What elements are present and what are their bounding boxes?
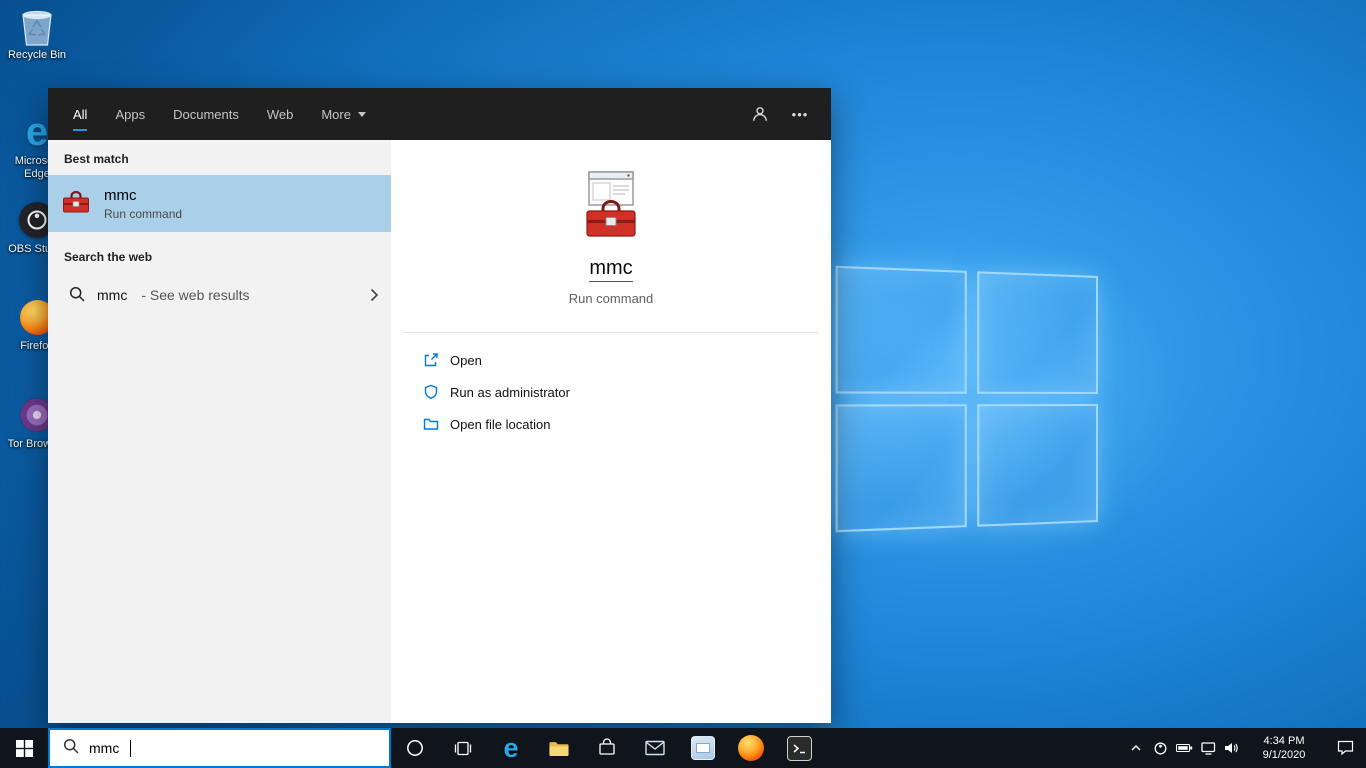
desktop-icon-label: Recycle Bin — [7, 49, 67, 61]
text-cursor — [130, 739, 132, 757]
more-options-button[interactable]: ••• — [783, 97, 817, 131]
cortana-icon — [407, 740, 423, 756]
action-center-icon — [1337, 740, 1353, 756]
tab-apps[interactable]: Apps — [115, 88, 145, 140]
system-tray: 4:34 PM 9/1/2020 — [1124, 728, 1366, 768]
pinned-file-explorer[interactable] — [535, 728, 583, 768]
action-label: Run as administrator — [450, 384, 570, 400]
desktop-icon-recycle-bin[interactable]: Recycle Bin — [2, 6, 72, 62]
tray-network-button[interactable] — [1196, 728, 1220, 768]
running-terminal-app[interactable] — [775, 728, 823, 768]
folder-icon — [423, 416, 439, 432]
chevron-up-icon — [1131, 745, 1141, 751]
web-query: mmc — [97, 287, 128, 303]
search-icon — [63, 738, 79, 759]
tray-volume-button[interactable] — [1220, 728, 1244, 768]
best-match-header: Best match — [64, 152, 129, 166]
results-pane: Best match mmc Run command Search the we… — [48, 140, 391, 723]
taskbar-clock[interactable]: 4:34 PM 9/1/2020 — [1244, 728, 1324, 768]
firefox-icon — [738, 735, 764, 761]
mail-envelope-icon — [645, 740, 665, 756]
mmc-toolbox-icon — [61, 186, 91, 221]
hidden-icons-chevron[interactable] — [1124, 728, 1148, 768]
preview-actions: Open Run as administrator Open file loca… — [391, 333, 831, 440]
pinned-microsoft-store[interactable] — [583, 728, 631, 768]
result-subtitle: Run command — [104, 206, 183, 221]
action-open[interactable]: Open — [423, 344, 831, 376]
web-search-result[interactable]: mmc - See web results — [48, 273, 391, 317]
search-query-text: mmc — [89, 740, 120, 756]
ellipsis-icon: ••• — [791, 106, 809, 122]
pinned-app[interactable] — [679, 728, 727, 768]
network-icon — [1200, 741, 1215, 755]
pinned-microsoft-edge[interactable]: e — [487, 728, 535, 768]
task-view-button[interactable] — [439, 728, 487, 768]
action-open-file-location[interactable]: Open file location — [423, 408, 831, 440]
action-run-as-administrator[interactable]: Run as administrator — [423, 376, 831, 408]
best-match-text: mmc Run command — [104, 187, 182, 221]
chevron-right-icon[interactable] — [370, 288, 379, 302]
web-suffix: - See web results — [141, 287, 250, 303]
preview-pane: mmc Run command Open Run as administrato… — [391, 140, 831, 723]
wallpaper-logo-pane — [977, 404, 1098, 527]
search-body: Best match mmc Run command Search the we… — [48, 140, 831, 723]
action-label: Open — [450, 352, 482, 368]
tray-obs-button[interactable] — [1148, 728, 1172, 768]
preview-title: mmc — [589, 257, 633, 282]
open-icon — [423, 352, 439, 368]
mmc-app-icon-large — [575, 168, 647, 245]
wallpaper-logo-pane — [835, 265, 967, 394]
pinned-app-icon — [691, 736, 715, 760]
search-icon — [69, 286, 85, 305]
obs-tray-icon — [1154, 742, 1166, 754]
windows-logo-icon — [15, 739, 33, 757]
chevron-down-icon — [357, 111, 366, 117]
search-header: All Apps Documents Web More ••• — [48, 88, 831, 140]
windows-wallpaper-logo — [835, 265, 1098, 533]
search-header-actions: ••• — [743, 88, 831, 140]
wallpaper-logo-pane — [835, 404, 967, 533]
terminal-icon — [786, 735, 812, 761]
tab-web[interactable]: Web — [267, 88, 294, 140]
tab-documents[interactable]: Documents — [173, 88, 239, 140]
search-flyout: All Apps Documents Web More ••• Best mat… — [48, 88, 831, 723]
taskbar: mmc e 4:34 PM 9/1/2020 — [0, 728, 1366, 768]
action-label: Open file location — [450, 416, 551, 432]
preview-subtitle: Run command — [568, 291, 654, 306]
tab-more[interactable]: More — [321, 88, 366, 140]
recycle-bin-icon — [2, 6, 72, 46]
result-title: mmc — [104, 186, 137, 204]
pinned-firefox[interactable] — [727, 728, 775, 768]
file-explorer-icon — [548, 739, 570, 757]
battery-icon — [1175, 744, 1192, 752]
shield-icon — [423, 384, 439, 400]
action-center-button[interactable] — [1324, 728, 1366, 768]
tab-all[interactable]: All — [73, 88, 88, 140]
search-tabs: All Apps Documents Web More — [48, 88, 366, 140]
cortana-button[interactable] — [391, 728, 439, 768]
tab-more-label: More — [321, 106, 351, 122]
search-web-header: Search the web — [64, 250, 153, 264]
wallpaper-logo-pane — [977, 271, 1098, 394]
edge-icon: e — [503, 733, 519, 763]
start-button[interactable] — [0, 728, 48, 768]
account-button[interactable] — [743, 97, 777, 131]
clock-date: 9/1/2020 — [1262, 749, 1306, 761]
tray-battery-button[interactable] — [1172, 728, 1196, 768]
account-icon — [753, 107, 767, 121]
taskbar-search-input[interactable]: mmc — [48, 728, 391, 768]
task-view-icon — [454, 741, 472, 755]
pinned-mail[interactable] — [631, 728, 679, 768]
volume-icon — [1225, 743, 1238, 753]
clock-time: 4:34 PM — [1263, 735, 1305, 747]
store-bag-icon — [599, 738, 615, 755]
best-match-result-mmc[interactable]: mmc Run command — [48, 175, 391, 232]
